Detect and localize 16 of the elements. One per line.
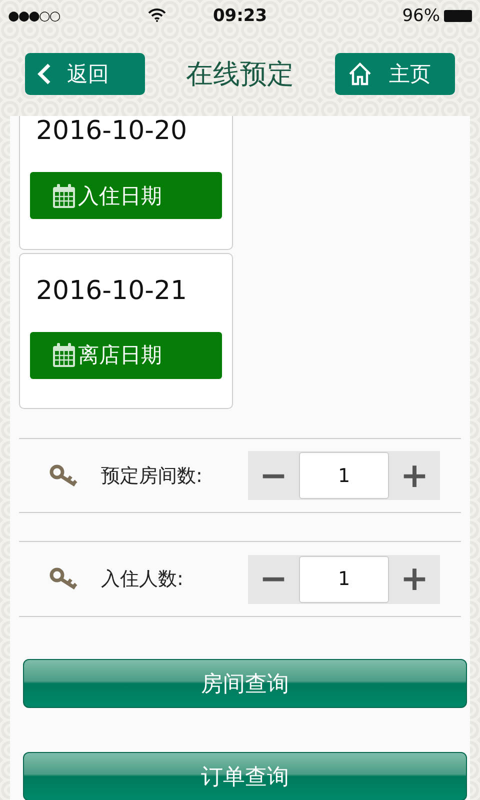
counter-label: 预定房间数: (101, 464, 204, 489)
page-title: 在线预定 (186, 58, 294, 92)
date-value: 2016-10-21 (36, 276, 188, 306)
count-field[interactable]: 1 (299, 556, 389, 603)
back-button[interactable]: 返回 (25, 53, 145, 95)
clock-time: 09:23 (212, 6, 268, 26)
date-value: 2016-10-20 (36, 116, 188, 146)
counter-label: 入住人数: (101, 567, 184, 592)
date-picker-button[interactable]: 入住日期 (30, 172, 222, 219)
count-field[interactable]: 1 (299, 452, 389, 500)
signal-dots: ●●●○○ (8, 8, 60, 24)
battery-percent: 96% (402, 6, 440, 26)
query-button[interactable]: 订单查询 (23, 752, 467, 800)
query-button[interactable]: 房间查询 (23, 659, 467, 708)
home-button[interactable]: 主页 (335, 53, 455, 95)
date-picker-button[interactable]: 离店日期 (30, 332, 222, 379)
